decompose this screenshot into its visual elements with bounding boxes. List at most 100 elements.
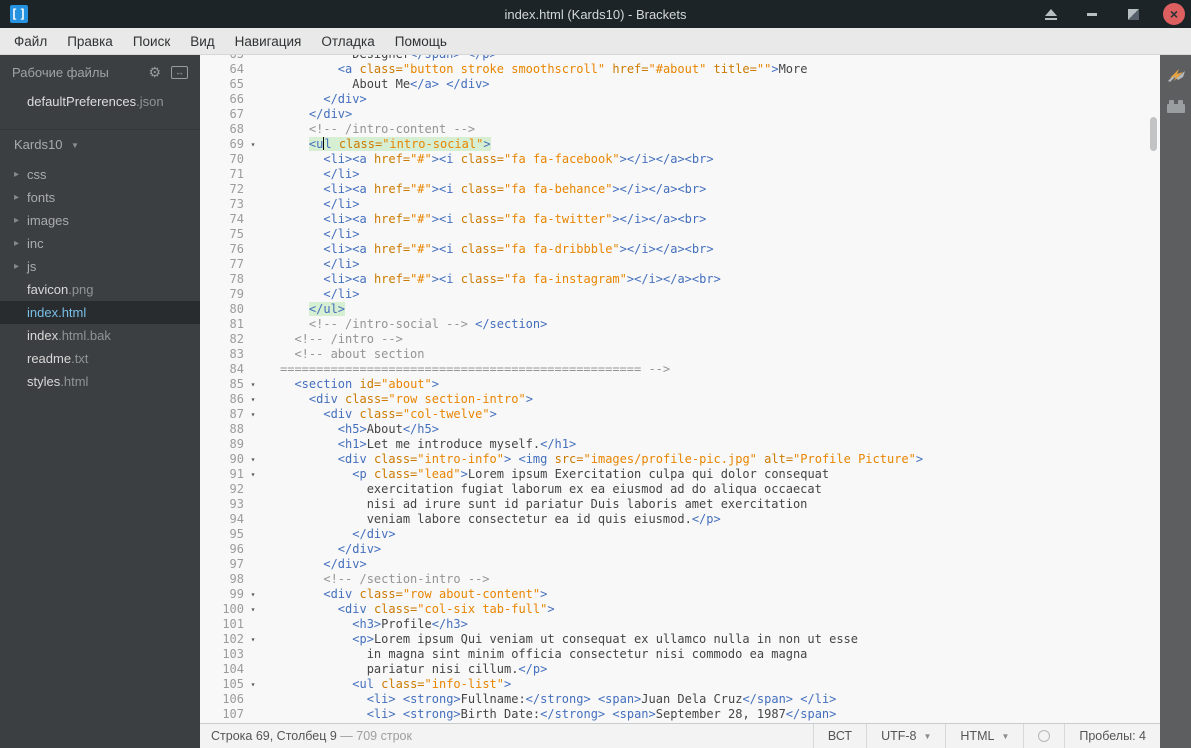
code-line-82[interactable]: 82 <!-- /intro -->: [200, 332, 1160, 347]
chevron-right-icon[interactable]: ▸: [14, 186, 19, 209]
menu-item[interactable]: Отладка: [311, 28, 384, 55]
code-line-104[interactable]: 104 pariatur nisi cillum.</p>: [200, 662, 1160, 677]
code-line-107[interactable]: 107 <li> <strong>Birth Date:</strong> <s…: [200, 707, 1160, 722]
spaces-value[interactable]: 4: [1139, 729, 1146, 743]
fold-arrow-icon[interactable]: ▾: [244, 677, 262, 692]
chevron-right-icon[interactable]: ▸: [14, 163, 19, 186]
chevron-right-icon[interactable]: ▸: [14, 255, 19, 278]
code-line-85[interactable]: 85 ▾ <section id="about">: [200, 377, 1160, 392]
code-line-78[interactable]: 78 <li><a href="#"><i class="fa fa-insta…: [200, 272, 1160, 287]
gear-icon[interactable]: ⚙: [148, 64, 161, 81]
code-line-66[interactable]: 66 </div>: [200, 92, 1160, 107]
chevron-right-icon[interactable]: ▸: [14, 232, 19, 255]
fold-arrow-icon[interactable]: ▾: [244, 392, 262, 407]
code-line-75[interactable]: 75 </li>: [200, 227, 1160, 242]
fold-arrow-icon[interactable]: ▾: [244, 467, 262, 482]
menu-item[interactable]: Файл: [4, 28, 57, 55]
code-line-103[interactable]: 103 in magna sint minim officia consecte…: [200, 647, 1160, 662]
tree-folder-images[interactable]: ▸ images: [0, 209, 200, 232]
language-selector[interactable]: HTML ▼: [945, 724, 1023, 748]
tree-folder-js[interactable]: ▸ js: [0, 255, 200, 278]
code-line-77[interactable]: 77 </li>: [200, 257, 1160, 272]
live-preview-status[interactable]: [1023, 724, 1064, 748]
code-line-98[interactable]: 98 <!-- /section-intro -->: [200, 572, 1160, 587]
code-line-91[interactable]: 91 ▾ <p class="lead">Lorem ipsum Exercita…: [200, 467, 1160, 482]
working-file-item[interactable]: defaultPreferences.json: [0, 89, 200, 115]
code-line-81[interactable]: 81 <!-- /intro-social --> </section>: [200, 317, 1160, 332]
indent-settings[interactable]: Пробелы: 4: [1064, 724, 1160, 748]
code-line-106[interactable]: 106 <li> <strong>Fullname:</strong> <spa…: [200, 692, 1160, 707]
project-name: Kards10: [14, 137, 63, 152]
tree-file-index.html.bak[interactable]: index.html.bak: [0, 324, 200, 347]
encoding-selector[interactable]: UTF-8 ▼: [866, 724, 945, 748]
code-line-65[interactable]: 65 About Me</a> </div>: [200, 77, 1160, 92]
code-line-89[interactable]: 89 <h1>Let me introduce myself.</h1>: [200, 437, 1160, 452]
code-line-100[interactable]: 100 ▾ <div class="col-six tab-full">: [200, 602, 1160, 617]
code-line-88[interactable]: 88 <h5>About</h5>: [200, 422, 1160, 437]
item-name: images: [27, 213, 69, 228]
minimize-button[interactable]: [1081, 3, 1103, 25]
shade-button[interactable]: [1040, 3, 1062, 25]
code-line-105[interactable]: 105 ▾ <ul class="info-list">: [200, 677, 1160, 692]
close-button[interactable]: ×: [1163, 3, 1185, 25]
tree-folder-css[interactable]: ▸ css: [0, 163, 200, 186]
split-view-icon[interactable]: ↔: [171, 65, 188, 79]
code-line-68[interactable]: 68 <!-- /intro-content -->: [200, 122, 1160, 137]
code-line-93[interactable]: 93 nisi ad irure sunt id pariatur Duis l…: [200, 497, 1160, 512]
code-line-76[interactable]: 76 <li><a href="#"><i class="fa fa-dribb…: [200, 242, 1160, 257]
fold-arrow-icon[interactable]: ▾: [244, 377, 262, 392]
fold-arrow-icon[interactable]: ▾: [244, 407, 262, 422]
tree-folder-inc[interactable]: ▸ inc: [0, 232, 200, 255]
code-line-84[interactable]: 84 ======================================…: [200, 362, 1160, 377]
code-line-99[interactable]: 99 ▾ <div class="row about-content">: [200, 587, 1160, 602]
overwrite-toggle[interactable]: ВСТ: [812, 724, 866, 748]
project-dropdown[interactable]: Kards10 ▼: [0, 129, 200, 159]
code-line-79[interactable]: 79 </li>: [200, 287, 1160, 302]
cursor-position-text: Строка 69, Столбец 9: [211, 729, 337, 743]
live-preview-icon[interactable]: [1166, 68, 1186, 85]
fold-arrow-icon[interactable]: ▾: [244, 632, 262, 647]
code-line-87[interactable]: 87 ▾ <div class="col-twelve">: [200, 407, 1160, 422]
code-editor[interactable]: 63 Designer</span> </p>64 <a class="butt…: [200, 55, 1160, 723]
code-line-83[interactable]: 83 <!-- about section: [200, 347, 1160, 362]
cursor-position[interactable]: Строка 69, Столбец 9 — 709 строк: [200, 729, 813, 743]
code-line-80[interactable]: 80 </ul>: [200, 302, 1160, 317]
code-line-70[interactable]: 70 <li><a href="#"><i class="fa fa-faceb…: [200, 152, 1160, 167]
code-line-69[interactable]: 69 ▾ <ul class="intro-social">: [200, 137, 1160, 152]
code-line-102[interactable]: 102 ▾ <p>Lorem ipsum Qui veniam ut conseq…: [200, 632, 1160, 647]
code-line-101[interactable]: 101 <h3>Profile</h3>: [200, 617, 1160, 632]
code-line-72[interactable]: 72 <li><a href="#"><i class="fa fa-behan…: [200, 182, 1160, 197]
fold-arrow-icon[interactable]: ▾: [244, 587, 262, 602]
tree-file-index.html[interactable]: index.html: [0, 301, 200, 324]
code-line-90[interactable]: 90 ▾ <div class="intro-info"> <img src="i…: [200, 452, 1160, 467]
code-line-71[interactable]: 71 </li>: [200, 167, 1160, 182]
menu-item[interactable]: Навигация: [225, 28, 312, 55]
menu-item[interactable]: Поиск: [123, 28, 180, 55]
fold-arrow-icon[interactable]: ▾: [244, 452, 262, 467]
menu-item[interactable]: Помощь: [385, 28, 457, 55]
fold-arrow-icon[interactable]: ▾: [244, 602, 262, 617]
chevron-right-icon[interactable]: ▸: [14, 209, 19, 232]
code-line-97[interactable]: 97 </div>: [200, 557, 1160, 572]
code-line-94[interactable]: 94 veniam labore consectetur ea id quis …: [200, 512, 1160, 527]
code-line-74[interactable]: 74 <li><a href="#"><i class="fa fa-twitt…: [200, 212, 1160, 227]
fold-arrow-icon[interactable]: ▾: [244, 137, 262, 152]
code-line-86[interactable]: 86 ▾ <div class="row section-intro">: [200, 392, 1160, 407]
tree-file-styles.html[interactable]: styles.html: [0, 370, 200, 393]
tree-file-readme.txt[interactable]: readme.txt: [0, 347, 200, 370]
tree-file-favicon.png[interactable]: favicon.png: [0, 278, 200, 301]
maximize-button[interactable]: [1122, 3, 1144, 25]
vertical-scrollbar[interactable]: [1150, 117, 1157, 151]
code-line-92[interactable]: 92 exercitation fugiat laborum ex ea eiu…: [200, 482, 1160, 497]
menu-item[interactable]: Вид: [180, 28, 224, 55]
code-line-73[interactable]: 73 </li>: [200, 197, 1160, 212]
code-line-63[interactable]: 63 Designer</span> </p>: [200, 55, 1160, 62]
code-line-64[interactable]: 64 <a class="button stroke smoothscroll"…: [200, 62, 1160, 77]
tree-folder-fonts[interactable]: ▸ fonts: [0, 186, 200, 209]
fold-gutter-spacer: [244, 152, 262, 167]
menu-item[interactable]: Правка: [57, 28, 123, 55]
code-line-96[interactable]: 96 </div>: [200, 542, 1160, 557]
extension-manager-icon[interactable]: [1166, 99, 1186, 114]
code-line-67[interactable]: 67 </div>: [200, 107, 1160, 122]
code-line-95[interactable]: 95 </div>: [200, 527, 1160, 542]
